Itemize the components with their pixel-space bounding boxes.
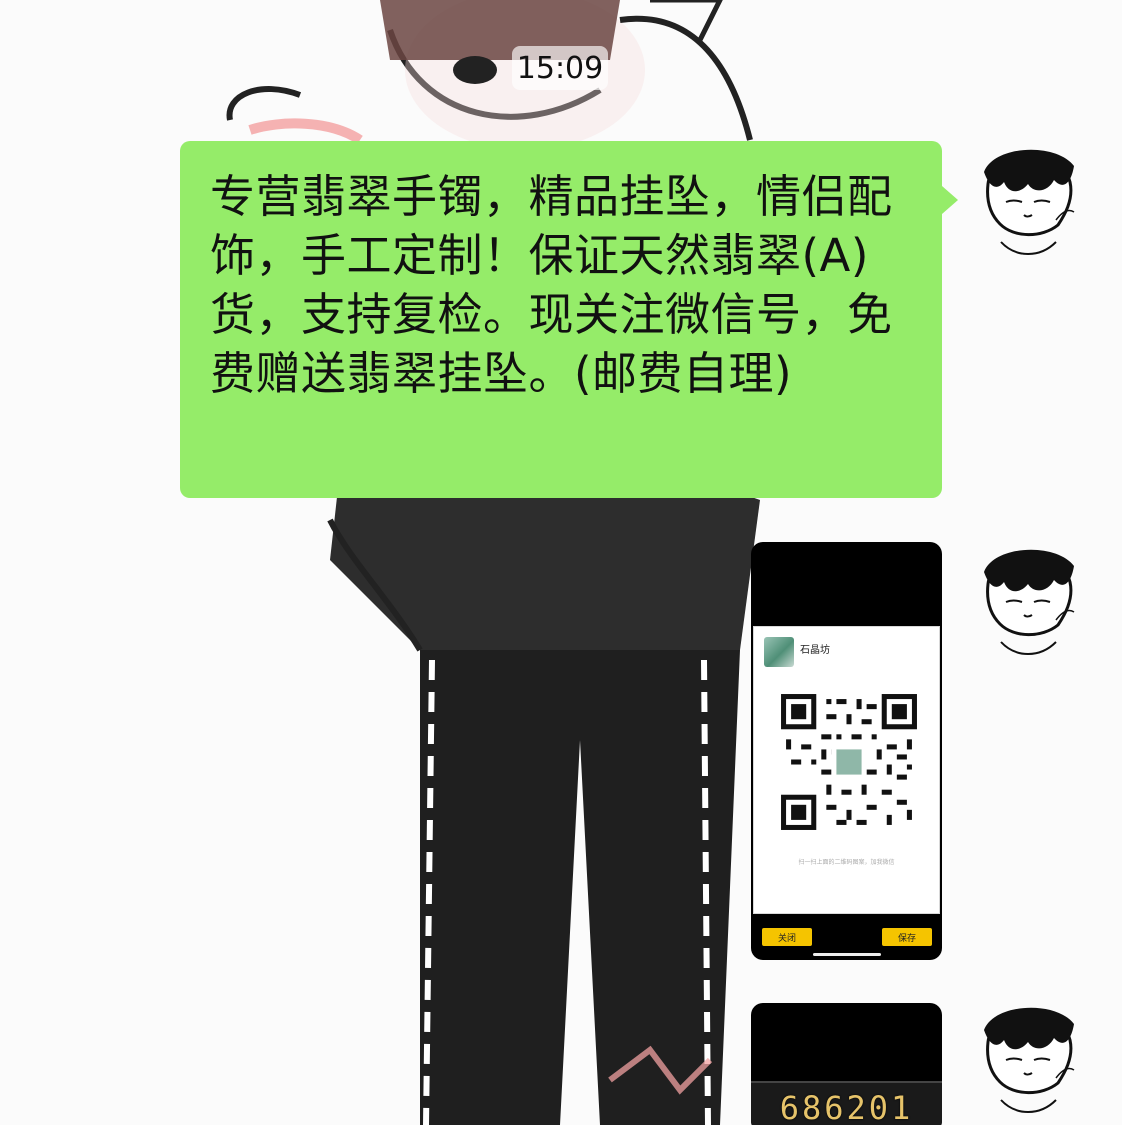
qr-code-icon	[776, 689, 922, 835]
sketch-avatar-icon	[984, 1007, 1075, 1113]
image-message-number[interactable]: 686201	[751, 1003, 942, 1125]
profile-thumbnail	[764, 637, 794, 667]
chat-screen: 15:09 专营翡翠手镯，精品挂坠，情侣配饰，手工定制！保证天然翡翠(A)货，支…	[0, 0, 1122, 1125]
avatar[interactable]	[976, 542, 1080, 666]
save-button[interactable]: 保存	[882, 928, 932, 946]
avatar[interactable]	[976, 142, 1080, 266]
text-message-bubble-tail	[942, 186, 958, 214]
number-text: 686201	[779, 1089, 914, 1125]
sketch-avatar-icon	[984, 549, 1075, 655]
qr-card: 石晶坊 扫一扫上面的二维码图案，加我微信	[753, 626, 940, 914]
home-indicator	[813, 953, 881, 956]
avatar[interactable]	[976, 1000, 1080, 1124]
text-message-bubble[interactable]: 专营翡翠手镯，精品挂坠，情侣配饰，手工定制！保证天然翡翠(A)货，支持复检。现关…	[180, 141, 942, 498]
message-timestamp: 15:09	[512, 46, 608, 90]
qr-card-header: 石晶坊	[764, 637, 830, 667]
sketch-avatar-icon	[984, 149, 1075, 255]
qr-hint-text: 扫一扫上面的二维码图案，加我微信	[798, 859, 895, 866]
image-message-qr[interactable]: 石晶坊 扫一扫上面的二维码图案，加我微信	[751, 542, 942, 960]
number-display: 686201	[751, 1081, 942, 1125]
close-button[interactable]: 关闭	[762, 928, 812, 946]
profile-name: 石晶坊	[800, 644, 830, 656]
